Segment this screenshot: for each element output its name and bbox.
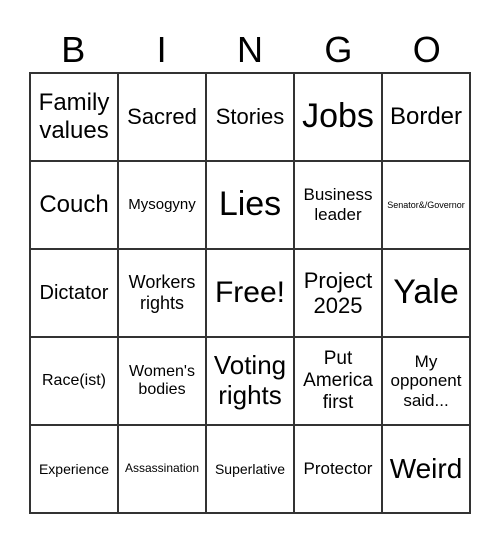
bingo-cell[interactable]: Sacred [118, 73, 206, 161]
header-letter-i: I [156, 29, 167, 70]
bingo-cell[interactable]: Assassination [118, 425, 206, 513]
bingo-cell[interactable]: Project 2025 [294, 249, 382, 337]
bingo-cell[interactable]: Dictator [30, 249, 118, 337]
header-letter-g: G [324, 29, 353, 70]
bingo-grid: Family values Sacred Stories Jobs Border Couc… [29, 72, 471, 514]
bingo-cell[interactable]: My opponent said... [382, 337, 470, 425]
bingo-cell[interactable]: Senator&/Governor [382, 161, 470, 249]
bingo-cell[interactable]: Women's bodies [118, 337, 206, 425]
bingo-header: B I N G O [29, 28, 471, 72]
header-letter-n: N [236, 29, 263, 70]
bingo-cell[interactable]: Couch [30, 161, 118, 249]
bingo-cell[interactable]: Stories [206, 73, 294, 161]
bingo-cell[interactable]: Jobs [294, 73, 382, 161]
bingo-cell[interactable]: Yale [382, 249, 470, 337]
bingo-cell[interactable]: Race(ist) [30, 337, 118, 425]
bingo-cell[interactable]: Border [382, 73, 470, 161]
bingo-cell[interactable]: Weird [382, 425, 470, 513]
bingo-cell[interactable]: Workers rights [118, 249, 206, 337]
header-letter-b: B [61, 29, 86, 70]
bingo-cell[interactable]: Mysogyny [118, 161, 206, 249]
bingo-cell[interactable]: Lies [206, 161, 294, 249]
bingo-cell[interactable]: Business leader [294, 161, 382, 249]
bingo-cell[interactable]: Free! [206, 249, 294, 337]
bingo-cell[interactable]: Put America first [294, 337, 382, 425]
bingo-cell[interactable]: Protector [294, 425, 382, 513]
bingo-cell[interactable]: Experience [30, 425, 118, 513]
header-letter-o: O [412, 29, 441, 70]
bingo-cell[interactable]: Family values [30, 73, 118, 161]
bingo-cell[interactable]: Superlative [206, 425, 294, 513]
bingo-cell[interactable]: Voting rights [206, 337, 294, 425]
